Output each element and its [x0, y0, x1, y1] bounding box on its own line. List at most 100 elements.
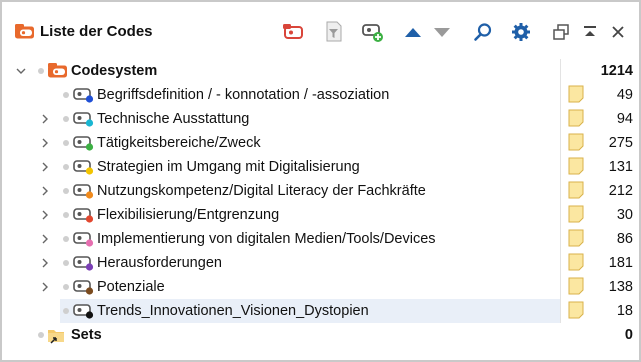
code-tag-icon [73, 255, 95, 276]
chevron-right-icon[interactable] [39, 233, 51, 245]
move-down-icon [434, 28, 450, 37]
close-button[interactable] [605, 19, 631, 45]
memo-icon[interactable] [568, 157, 584, 175]
code-count: 212 [608, 183, 633, 199]
code-count: 94 [616, 111, 633, 127]
tree-row-sets[interactable]: Sets 0 [2, 323, 639, 347]
new-code-button[interactable] [280, 19, 306, 45]
tree-row-code[interactable]: Begriffsdefinition / - konnotation / -as… [2, 83, 639, 107]
code-label: Herausforderungen [97, 255, 222, 271]
chevron-right-icon[interactable] [39, 281, 51, 293]
chevron-right-icon[interactable] [39, 113, 51, 125]
memo-icon[interactable] [568, 301, 584, 319]
code-label: Trends_Innovationen_Visionen_Dystopien [97, 303, 369, 319]
memo-icon[interactable] [568, 229, 584, 247]
status-dot [63, 92, 69, 98]
code-tag-icon [73, 207, 95, 228]
add-code-icon [362, 24, 383, 42]
code-label: Begriffsdefinition / - konnotation / -as… [97, 87, 390, 103]
tree-row-code[interactable]: Herausforderungen 181 [2, 251, 639, 275]
memo-icon[interactable] [568, 85, 584, 103]
code-tag-icon [73, 87, 95, 108]
move-up-icon [405, 28, 421, 37]
move-up-button[interactable] [400, 19, 426, 45]
undock-icon [553, 24, 569, 40]
code-count: 18 [616, 303, 633, 319]
status-dot [63, 308, 69, 314]
chevron-right-icon[interactable] [39, 185, 51, 197]
status-dot [63, 188, 69, 194]
tree-row-code[interactable]: Strategien im Umgang mit Digitalisierung… [2, 155, 639, 179]
code-system-icon [15, 24, 35, 45]
panel-title: Liste der Codes [40, 23, 153, 40]
tree-row-code[interactable]: Trends_Innovationen_Visionen_Dystopien 18 [2, 299, 639, 323]
sets-count: 0 [624, 327, 633, 343]
code-tag-icon [73, 231, 95, 252]
code-tree: Codesystem 1214 Begriffsdefinition / - k… [2, 59, 639, 347]
code-tag-icon [73, 159, 95, 180]
filter-button[interactable] [321, 19, 347, 45]
status-dot [63, 140, 69, 146]
undock-button[interactable] [548, 19, 574, 45]
chevron-right-icon[interactable] [39, 161, 51, 173]
panel-header: Liste der Codes [2, 2, 639, 44]
status-dot [63, 164, 69, 170]
chevron-down-icon[interactable] [15, 65, 27, 77]
code-count: 86 [616, 231, 633, 247]
tree-row-code[interactable]: Potenziale 138 [2, 275, 639, 299]
codesystem-count: 1214 [600, 63, 633, 79]
tree-row-code[interactable]: Tätigkeitsbereiche/Zweck 275 [2, 131, 639, 155]
code-count: 49 [616, 87, 633, 103]
chevron-right-icon[interactable] [39, 257, 51, 269]
memo-icon[interactable] [568, 109, 584, 127]
new-code-icon [283, 24, 303, 39]
status-dot [63, 116, 69, 122]
settings-icon [512, 23, 530, 41]
code-system-icon [48, 63, 68, 84]
code-count: 131 [608, 159, 633, 175]
memo-icon[interactable] [568, 133, 584, 151]
tree-row-code[interactable]: Technische Ausstattung 94 [2, 107, 639, 131]
search-button[interactable] [470, 19, 496, 45]
tree-row-code[interactable]: Nutzungskompetenz/Digital Literacy der F… [2, 179, 639, 203]
code-tag-icon [73, 111, 95, 132]
code-count: 30 [616, 207, 633, 223]
sets-folder-icon [47, 327, 67, 349]
minimize-icon [584, 26, 596, 36]
code-label: Nutzungskompetenz/Digital Literacy der F… [97, 183, 426, 199]
tree-row-code[interactable]: Flexibilisierung/Entgrenzung 30 [2, 203, 639, 227]
search-icon [474, 23, 492, 41]
settings-button[interactable] [508, 19, 534, 45]
tree-row-codesystem[interactable]: Codesystem 1214 [2, 59, 639, 83]
status-dot [38, 68, 44, 74]
sets-label: Sets [71, 327, 102, 343]
memo-icon[interactable] [568, 181, 584, 199]
minimize-button[interactable] [577, 19, 603, 45]
chevron-right-icon[interactable] [39, 137, 51, 149]
status-dot [38, 332, 44, 338]
chevron-right-icon[interactable] [39, 209, 51, 221]
code-label: Tätigkeitsbereiche/Zweck [97, 135, 261, 151]
status-dot [63, 284, 69, 290]
code-tag-icon [73, 135, 95, 156]
memo-icon[interactable] [568, 277, 584, 295]
code-count: 138 [608, 279, 633, 295]
code-count: 275 [608, 135, 633, 151]
tree-row-code[interactable]: Implementierung von digitalen Medien/Too… [2, 227, 639, 251]
memo-icon[interactable] [568, 253, 584, 271]
code-tag-icon [73, 303, 95, 324]
code-label: Potenziale [97, 279, 165, 295]
move-down-button[interactable] [429, 19, 455, 45]
add-code-button[interactable] [360, 19, 386, 45]
code-label: Flexibilisierung/Entgrenzung [97, 207, 280, 223]
code-label: Strategien im Umgang mit Digitalisierung [97, 159, 360, 175]
status-dot [63, 236, 69, 242]
code-tag-icon [73, 183, 95, 204]
code-label: Technische Ausstattung [97, 111, 250, 127]
status-dot [63, 260, 69, 266]
codesystem-label: Codesystem [71, 63, 158, 79]
close-icon [612, 26, 624, 38]
code-count: 181 [608, 255, 633, 271]
code-tag-icon [73, 279, 95, 300]
memo-icon[interactable] [568, 205, 584, 223]
